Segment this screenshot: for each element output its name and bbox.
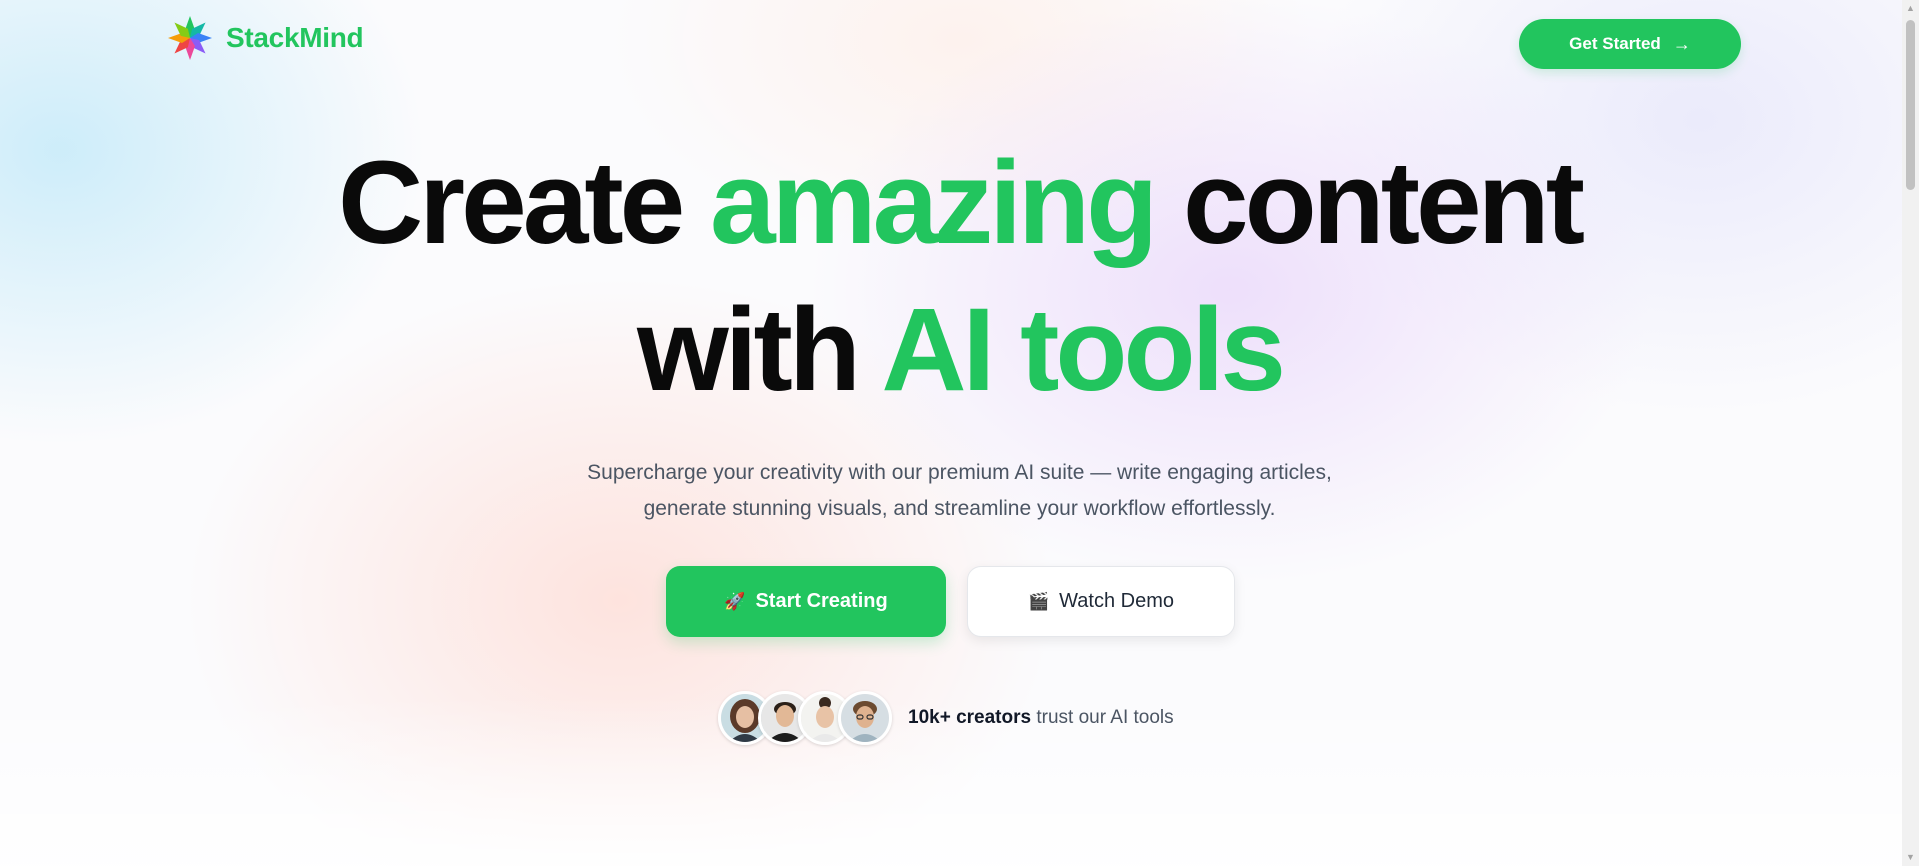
brand-name: StackMind — [226, 22, 364, 53]
pinwheel-logo-icon — [168, 16, 212, 60]
headline-word-amazing: amazing — [710, 137, 1158, 269]
watch-demo-label: Watch Demo — [1059, 590, 1174, 612]
headline-word-content: content — [1182, 137, 1585, 269]
hero-subtitle-line-1: Supercharge your creativity with our pre… — [587, 461, 1332, 484]
headline-word-with: with — [636, 284, 861, 416]
hero-headline-line-1: Create amazing content — [0, 144, 1919, 262]
start-creating-button[interactable]: 🚀 Start Creating — [666, 566, 946, 637]
scroll-up-icon[interactable]: ▲ — [1902, 0, 1919, 17]
arrow-right-icon: → — [1672, 34, 1691, 54]
scrollbar-thumb[interactable] — [1906, 20, 1915, 190]
headline-word-ai-tools: AI tools — [881, 284, 1286, 416]
hero-headline-line-2: with AI tools — [0, 291, 1919, 409]
avatar-group — [718, 691, 892, 745]
avatar — [838, 691, 892, 745]
brand-logo[interactable]: StackMind — [160, 13, 364, 63]
headline-word-create: Create — [337, 137, 685, 269]
start-creating-label: Start Creating — [755, 590, 888, 612]
page-scrollbar[interactable]: ▲ ▼ — [1902, 0, 1919, 866]
rocket-icon: 🚀 — [724, 591, 746, 611]
get-started-button[interactable]: Get Started → — [1519, 19, 1741, 69]
clapperboard-icon: 🎬 — [1027, 591, 1050, 611]
social-proof: 10k+ creators trust our AI tools — [718, 689, 1174, 747]
scroll-down-icon[interactable]: ▼ — [1902, 849, 1919, 866]
get-started-label: Get Started — [1569, 34, 1661, 53]
hero-subtitle-line-2: generate stunning visuals, and streamlin… — [643, 497, 1276, 520]
social-proof-caption: trust our AI tools — [1036, 707, 1174, 728]
creator-count: 10k+ creators — [908, 707, 1032, 728]
hero-subtitle: Supercharge your creativity with our pre… — [0, 455, 1919, 527]
watch-demo-button[interactable]: 🎬 Watch Demo — [967, 566, 1235, 637]
social-proof-text: 10k+ creators trust our AI tools — [908, 707, 1174, 729]
